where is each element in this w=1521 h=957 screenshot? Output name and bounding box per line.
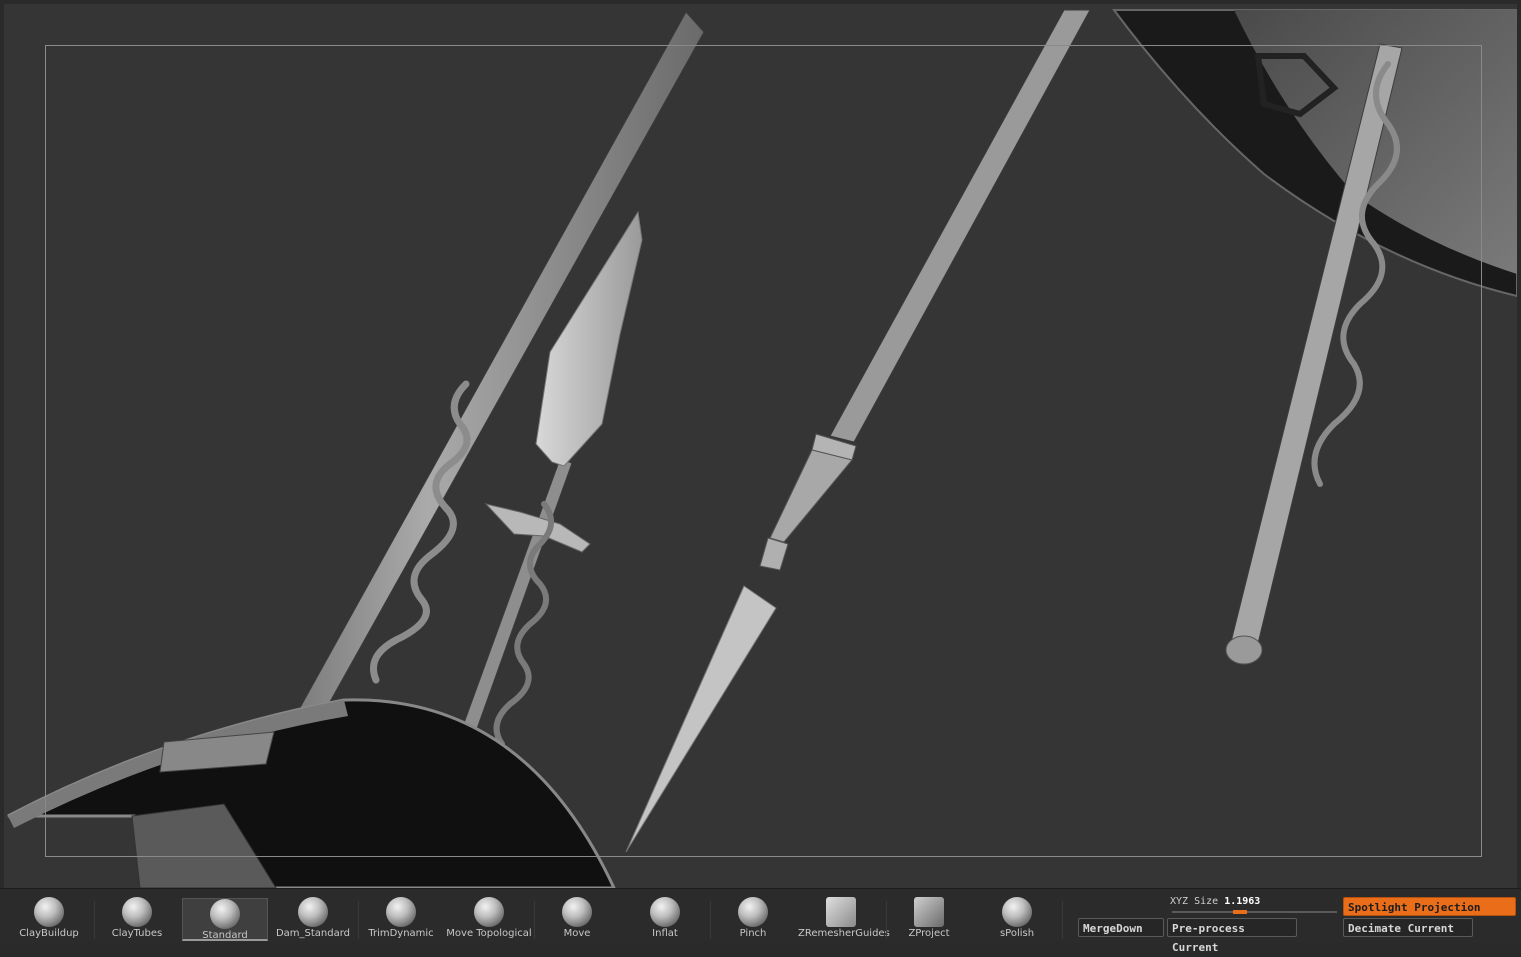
xyz-size-readout: XYZ Size 1.1963	[1170, 896, 1260, 907]
brush-label: Move Topological	[446, 928, 532, 939]
brush-label: Move	[563, 928, 591, 939]
brush-move-topological[interactable]: Move Topological	[446, 897, 532, 941]
staff-end	[1225, 635, 1263, 665]
zremesherguides-icon	[826, 897, 856, 927]
move-topological-icon	[474, 897, 504, 927]
xyz-size-slider-handle[interactable]	[1233, 910, 1247, 914]
pike-ring	[759, 537, 789, 571]
brush-label: ZProject	[908, 928, 950, 939]
brush-claybuildup[interactable]: ClayBuildup	[6, 897, 92, 941]
dam-standard-icon	[298, 897, 328, 927]
claytubes-icon	[122, 897, 152, 927]
pike-blade	[625, 585, 777, 853]
brush-zremesherguides[interactable]: ZRemesherGuides	[798, 897, 890, 941]
inflat-icon	[650, 897, 680, 927]
brush-label: ClayTubes	[111, 928, 163, 939]
leaf-spear-blade	[535, 210, 643, 467]
decimate-current-button[interactable]: Decimate Current	[1343, 918, 1473, 937]
pike-socket	[769, 449, 853, 543]
brush-label: Pinch	[739, 928, 767, 939]
brush-standard[interactable]: Standard	[182, 898, 268, 941]
spotlight-projection-button[interactable]: Spotlight Projection	[1343, 897, 1516, 916]
merge-down-button[interactable]: MergeDown	[1078, 918, 1164, 937]
sculpt-scene	[7, 9, 1517, 888]
brush-spolish[interactable]: sPolish	[974, 897, 1060, 941]
xyz-size-label: XYZ Size	[1170, 896, 1219, 907]
brush-dam-standard[interactable]: Dam_Standard	[270, 897, 356, 941]
brush-label: Inflat	[652, 928, 678, 939]
round-shield	[7, 698, 616, 888]
brush-pinch[interactable]: Pinch	[710, 897, 796, 941]
trimdynamic-icon	[386, 897, 416, 927]
brush-trimdynamic[interactable]: TrimDynamic	[358, 897, 444, 941]
zproject-icon	[914, 897, 944, 927]
brush-label: Dam_Standard	[275, 928, 351, 939]
brush-inflat[interactable]: Inflat	[622, 897, 708, 941]
brush-label: ClayBuildup	[19, 928, 79, 939]
brush-move[interactable]: Move	[534, 897, 620, 941]
brush-zproject[interactable]: ZProject	[886, 897, 972, 941]
spolish-icon	[1002, 897, 1032, 927]
brush-claytubes[interactable]: ClayTubes	[94, 897, 180, 941]
brush-label: sPolish	[999, 928, 1035, 939]
move-icon	[562, 897, 592, 927]
pinch-icon	[738, 897, 768, 927]
xyz-size-slider[interactable]	[1172, 911, 1337, 913]
standard-icon	[210, 899, 240, 929]
3d-viewport[interactable]	[4, 4, 1517, 888]
claybuildup-icon	[34, 897, 64, 927]
pike-shaft	[829, 9, 1091, 443]
brush-label: TrimDynamic	[368, 928, 434, 939]
brush-label: ZRemesherGuides	[798, 928, 890, 939]
brush-label: Standard	[202, 930, 248, 941]
xyz-size-value: 1.1963	[1224, 896, 1261, 907]
preprocess-current-button[interactable]: Pre-process Current	[1167, 918, 1297, 954]
